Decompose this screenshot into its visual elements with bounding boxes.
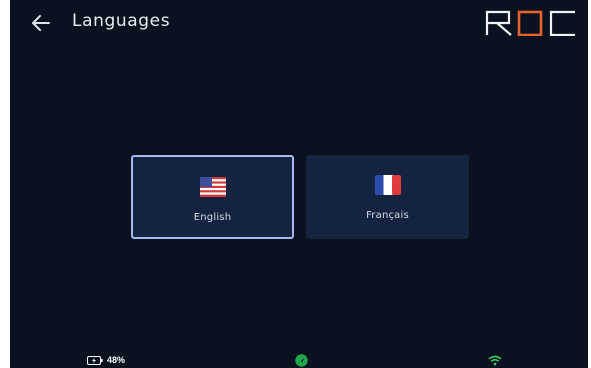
language-label-english: English [193, 212, 232, 223]
fr-flag-icon [374, 175, 401, 195]
battery-indicator: 48% [87, 355, 125, 365]
battery-charging-icon [87, 355, 103, 365]
back-button[interactable] [28, 10, 54, 36]
language-label-french: Français [366, 210, 409, 221]
gps-icon [295, 354, 308, 367]
battery-percent: 48% [107, 355, 126, 365]
roc-logo [485, 10, 575, 36]
status-bar: 48% [10, 352, 588, 368]
language-option-english[interactable]: English [131, 155, 294, 239]
language-option-french[interactable]: Français [306, 155, 469, 239]
wifi-icon [488, 355, 502, 366]
us-flag-icon [199, 177, 226, 197]
arrow-left-icon [32, 15, 50, 31]
page-title: Languages [72, 11, 171, 31]
app-screen: Languages English Français 48% [10, 0, 588, 368]
